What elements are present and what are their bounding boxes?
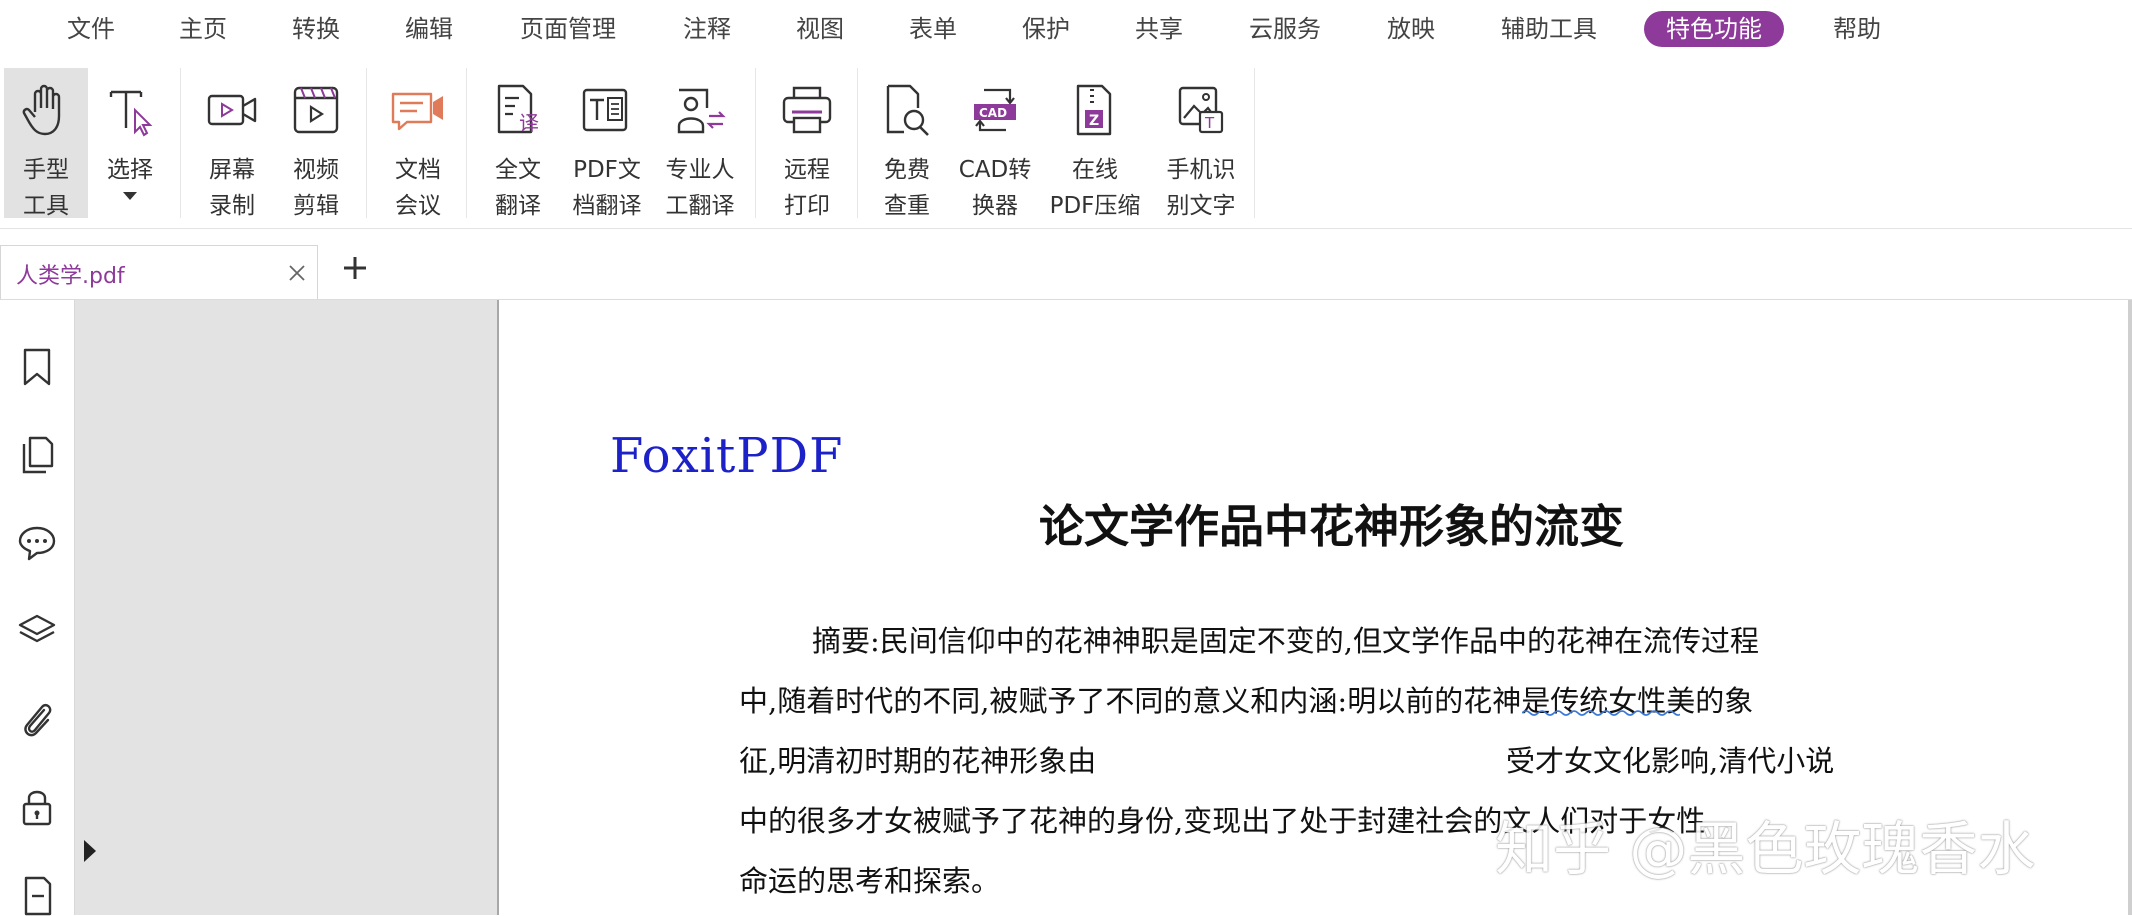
full-translate-icon: 译: [489, 82, 547, 138]
menu-convert[interactable]: 转换: [292, 11, 340, 47]
cad-converter-icon: CAD: [966, 82, 1024, 138]
signature-icon[interactable]: [16, 874, 58, 916]
abstract-line: 命运的思考和探索。: [739, 864, 1001, 898]
cad-converter-label: CAD转 换器: [958, 157, 1032, 219]
ribbon-separator: [366, 68, 367, 218]
vertical-scrollbar[interactable]: [2128, 300, 2132, 915]
foxit-brand-text: FoxitPDF: [610, 428, 844, 484]
abstract-line: 征,明清初时期的花神形象由: [739, 744, 1097, 778]
cad-converter-button[interactable]: CAD CAD转 换器: [947, 68, 1043, 219]
menu-protect[interactable]: 保护: [1022, 11, 1070, 47]
screen-record-label: 屏幕 录制: [209, 157, 255, 219]
pdf-translate-button[interactable]: PDF文 档翻译: [560, 68, 654, 219]
screen-record-icon: [203, 82, 261, 138]
plagiarism-check-label: 免费 查重: [884, 157, 930, 219]
human-translate-button[interactable]: 专业人 工翻译: [654, 68, 746, 219]
select-text-icon: [101, 82, 159, 138]
left-sidebar: [0, 300, 75, 916]
hand-tool-label: 手型 工具: [23, 157, 69, 219]
hand-icon: [17, 82, 75, 138]
abstract-line: 受才女文化影响,清代小说: [1506, 744, 1835, 778]
human-translate-label: 专业人 工翻译: [665, 157, 735, 219]
menu-help[interactable]: 帮助: [1833, 11, 1881, 47]
attachments-icon[interactable]: [16, 698, 58, 740]
hand-tool-button[interactable]: 手型 工具: [4, 68, 88, 219]
watermark: 知乎 @黑色玫瑰香水: [1495, 815, 2036, 883]
remote-print-button[interactable]: 远程 打印: [765, 68, 849, 219]
document-tab-bar: 人类学.pdf: [0, 229, 2132, 300]
navigation-pane: [75, 300, 499, 915]
pdf-translate-icon: [578, 82, 636, 138]
menu-annotate[interactable]: 注释: [683, 11, 731, 47]
menu-slideshow[interactable]: 放映: [1387, 11, 1435, 47]
mobile-ocr-button[interactable]: T 手机识 别文字: [1153, 68, 1249, 219]
mobile-ocr-icon: T: [1172, 82, 1230, 138]
menu-edit[interactable]: 编辑: [405, 11, 453, 47]
svg-text:Z: Z: [1089, 113, 1099, 129]
human-translate-icon: [671, 82, 729, 138]
ribbon-toolbar: 手型 工具 选择 屏幕 录制 视频 剪辑 文档 会议 译 全文 翻译 PDF文 …: [0, 58, 2132, 229]
chevron-down-icon[interactable]: [123, 192, 137, 200]
document-tab[interactable]: 人类学.pdf: [0, 245, 318, 299]
ribbon-separator: [755, 68, 756, 218]
mobile-ocr-label: 手机识 别文字: [1166, 157, 1236, 219]
menu-file[interactable]: 文件: [67, 11, 115, 47]
menu-view[interactable]: 视图: [796, 11, 844, 47]
menu-form[interactable]: 表单: [909, 11, 957, 47]
pdf-compress-label: 在线 PDF压缩: [1049, 157, 1141, 219]
remote-print-label: 远程 打印: [784, 157, 830, 219]
full-translate-label: 全文 翻译: [495, 157, 541, 219]
menu-special-features[interactable]: 特色功能: [1644, 11, 1784, 47]
remote-print-icon: [778, 82, 836, 138]
expand-panel-icon[interactable]: [84, 840, 96, 862]
menu-home[interactable]: 主页: [179, 11, 227, 47]
plus-icon[interactable]: [340, 253, 370, 283]
ribbon-separator: [180, 68, 181, 218]
doc-meeting-button[interactable]: 文档 会议: [376, 68, 460, 219]
menu-cloud-service[interactable]: 云服务: [1249, 11, 1321, 47]
ribbon-separator: [857, 68, 858, 218]
close-icon[interactable]: [285, 261, 309, 285]
security-icon[interactable]: [16, 786, 58, 828]
ribbon-separator: [1254, 68, 1255, 218]
pdf-compress-button[interactable]: Z 在线 PDF压缩: [1043, 68, 1147, 219]
pages-icon[interactable]: [16, 434, 58, 476]
layers-icon[interactable]: [16, 610, 58, 652]
abstract-line: 摘要:民间信仰中的花神神职是固定不变的,但文学作品中的花神在流传过程: [812, 624, 1759, 658]
bookmark-icon[interactable]: [16, 346, 58, 388]
doc-meeting-icon: [389, 82, 447, 138]
svg-text:译: 译: [519, 111, 539, 135]
doc-meeting-label: 文档 会议: [395, 157, 441, 219]
menu-bar: 文件 主页 转换 编辑 页面管理 注释 视图 表单 保护 共享 云服务 放映 辅…: [0, 0, 2132, 58]
select-tool-button[interactable]: 选择: [90, 68, 170, 218]
document-tab-title: 人类学.pdf: [16, 264, 125, 289]
svg-text:T: T: [1204, 114, 1215, 132]
svg-text:CAD: CAD: [979, 106, 1007, 120]
pdf-translate-label: PDF文 档翻译: [572, 157, 642, 219]
video-edit-label: 视频 剪辑: [293, 157, 339, 219]
full-translate-button[interactable]: 译 全文 翻译: [476, 68, 560, 219]
video-edit-button[interactable]: 视频 剪辑: [274, 68, 358, 219]
select-tool-label: 选择: [107, 157, 153, 183]
menu-share[interactable]: 共享: [1135, 11, 1183, 47]
plagiarism-check-icon: [878, 82, 936, 138]
screen-record-button[interactable]: 屏幕 录制: [190, 68, 274, 219]
ribbon-separator: [466, 68, 467, 218]
spellcheck-underline: [1522, 710, 1680, 716]
pdf-compress-icon: Z: [1066, 82, 1124, 138]
menu-accessibility-tools[interactable]: 辅助工具: [1501, 11, 1597, 47]
comments-icon[interactable]: [16, 522, 58, 564]
page-title: 论文学作品中花神形象的流变: [1039, 500, 1625, 553]
plagiarism-check-button[interactable]: 免费 查重: [867, 68, 947, 219]
video-edit-icon: [287, 82, 345, 138]
menu-page-management[interactable]: 页面管理: [520, 11, 616, 47]
